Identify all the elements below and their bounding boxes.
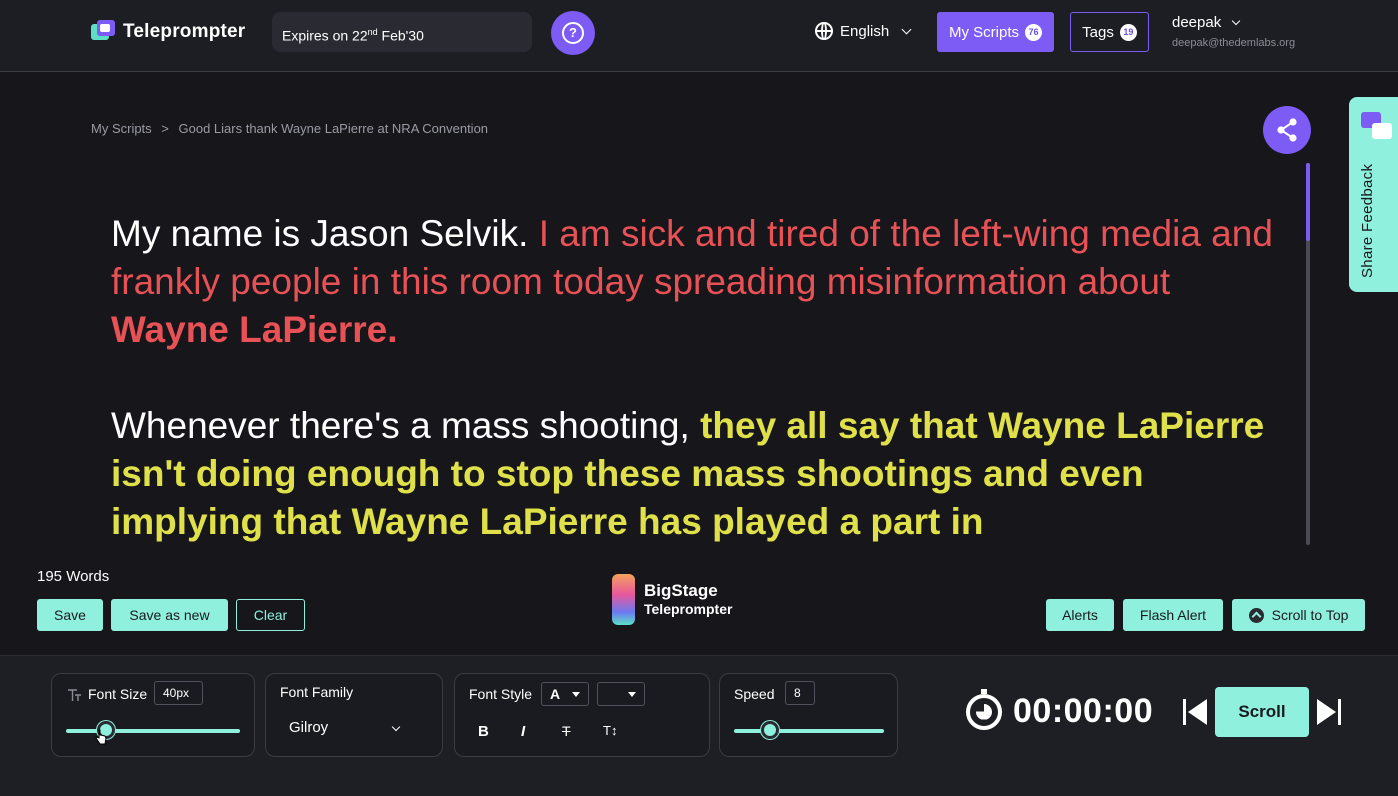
save-as-new-button[interactable]: Save as new — [111, 599, 228, 631]
question-icon: ? — [562, 22, 584, 44]
speed-slider-thumb[interactable] — [761, 721, 779, 739]
skip-forward-button[interactable] — [1317, 699, 1345, 725]
smile-bubble-icon — [1372, 123, 1392, 139]
font-size-panel — [51, 673, 255, 757]
flash-alert-button[interactable]: Flash Alert — [1123, 599, 1223, 631]
skip-back-button[interactable] — [1182, 699, 1210, 725]
bigstage-logo: BigStage Teleprompter — [612, 574, 732, 625]
breadcrumb: My Scripts > Good Liars thank Wayne LaPi… — [91, 121, 494, 136]
font-style-label: Font Style — [469, 686, 533, 702]
speed-label: Speed — [734, 686, 775, 702]
strikethrough-button[interactable]: T — [562, 723, 571, 739]
script-paragraph: My name is Jason Selvik. I am sick and t… — [111, 213, 1273, 350]
my-scripts-label: My Scripts — [948, 23, 1019, 41]
breadcrumb-my-scripts[interactable]: My Scripts — [91, 121, 152, 136]
caret-down-icon — [628, 692, 636, 697]
skip-back-icon — [1188, 699, 1207, 725]
brand-line2: Teleprompter — [644, 600, 733, 617]
font-family-label: Font Family — [280, 684, 354, 700]
top-header: Teleprompter Expires on 22nd Feb'30 ? En… — [0, 0, 1398, 72]
timer-display: 00:00:00 — [1013, 692, 1154, 730]
alerts-button[interactable]: Alerts — [1046, 599, 1114, 631]
text-size-button[interactable]: T↕ — [603, 723, 617, 738]
chevron-up-icon — [1248, 607, 1264, 623]
share-button[interactable] — [1263, 106, 1311, 154]
breadcrumb-current: Good Liars thank Wayne LaPierre at NRA C… — [178, 121, 489, 136]
font-size-label: Font Size — [88, 686, 148, 702]
skip-forward-icon — [1317, 699, 1336, 725]
timer: 00:00:00 — [966, 688, 1154, 731]
share-icon — [1277, 118, 1297, 142]
scroll-button[interactable]: Scroll — [1215, 687, 1309, 737]
word-count: 195 Words — [37, 568, 110, 585]
stopwatch-icon — [966, 688, 1002, 730]
font-size-icon — [68, 689, 81, 701]
scroll-to-top-button[interactable]: Scroll to Top — [1232, 599, 1365, 631]
language-selector[interactable]: English — [815, 22, 912, 40]
caret-down-icon — [572, 692, 580, 697]
app-logo[interactable]: Teleprompter — [91, 20, 245, 44]
globe-icon — [815, 22, 833, 40]
speed-slider-track[interactable] — [734, 729, 884, 733]
save-button[interactable]: Save — [37, 599, 103, 631]
script-display[interactable]: My name is Jason Selvik. I am sick and t… — [111, 210, 1281, 545]
help-button[interactable]: ? — [551, 11, 595, 55]
script-scrollbar-thumb[interactable] — [1306, 163, 1310, 241]
tags-count-badge: 19 — [1119, 23, 1137, 41]
font-size-slider-track[interactable] — [66, 729, 240, 733]
tags-label: Tags — [1082, 23, 1114, 41]
language-label: English — [840, 22, 890, 40]
font-size-input[interactable]: 40px — [154, 681, 203, 705]
bold-button[interactable]: B — [478, 723, 489, 740]
brand-line1: BigStage — [644, 580, 718, 600]
chevron-down-icon — [1231, 16, 1241, 25]
my-scripts-count-badge: 76 — [1025, 23, 1042, 41]
script-paragraph: Whenever there's a mass shooting, they a… — [111, 405, 1265, 542]
breadcrumb-separator: > — [161, 121, 169, 136]
expiry-badge: Expires on 22nd Feb'30 — [272, 12, 532, 52]
clear-button[interactable]: Clear — [236, 599, 305, 631]
bigstage-logo-icon — [612, 574, 635, 625]
app-name: Teleprompter — [123, 21, 246, 42]
user-name: deepak — [1172, 14, 1222, 31]
scroll-to-top-label: Scroll to Top — [1271, 607, 1349, 623]
user-menu[interactable]: deepak deepak@thedemlabs.org — [1172, 14, 1295, 49]
tags-button[interactable]: Tags 19 — [1070, 12, 1149, 52]
font-color-select[interactable]: A — [541, 682, 589, 706]
pointer-cursor-icon — [95, 729, 107, 745]
speed-input[interactable]: 8 — [785, 681, 815, 705]
chevron-down-icon — [901, 24, 912, 34]
italic-button[interactable]: I — [521, 723, 525, 740]
share-feedback-label: Share Feedback — [1359, 163, 1376, 278]
user-email: deepak@thedemlabs.org — [1172, 37, 1296, 49]
my-scripts-button[interactable]: My Scripts 76 — [937, 12, 1054, 52]
highlight-color-select[interactable] — [597, 682, 645, 706]
font-family-select[interactable]: Gilroy — [289, 719, 328, 736]
teleprompter-logo-icon — [91, 20, 115, 44]
